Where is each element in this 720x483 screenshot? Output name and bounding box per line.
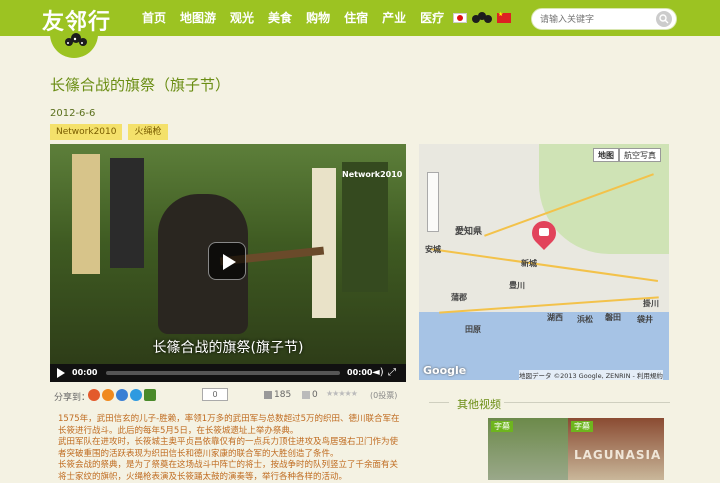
video-frame: Network2010 长篠合战的旗祭(旗子节)	[50, 144, 406, 364]
play-button[interactable]	[208, 242, 246, 280]
search-button[interactable]	[656, 11, 672, 27]
mascot-small-icon	[472, 12, 492, 23]
volume-icon[interactable]: ◄)	[372, 367, 384, 378]
camera-icon	[539, 228, 549, 236]
tag-list: Network2010 火绳枪	[50, 124, 168, 140]
map-label: 新城	[521, 259, 537, 268]
banner-flag	[72, 154, 100, 274]
qzone-icon[interactable]	[102, 389, 114, 401]
play-count: 185	[264, 390, 291, 400]
map-label: 豊川	[509, 281, 525, 290]
search-icon	[659, 14, 669, 24]
comment-count: 0	[302, 390, 318, 400]
map-view-button[interactable]: 地图	[593, 148, 619, 162]
map-label: 袋井	[637, 315, 653, 324]
share-icons	[88, 389, 156, 401]
divider	[429, 402, 449, 403]
language-switcher	[453, 11, 511, 25]
play-count-value: 185	[274, 390, 292, 400]
map-label: 蒲郡	[451, 293, 467, 302]
vote-count: (0投票)	[370, 391, 398, 400]
video-controls: 00:00 00:00 ◄) ⤢	[50, 364, 406, 382]
article-body: 1575年，武田信玄的儿子-胜赖，率领1万多的武田军与总数超过5万的织田、德川联…	[58, 414, 402, 483]
divider	[504, 402, 670, 403]
progress-bar[interactable]	[106, 371, 340, 375]
share-count: 0	[202, 388, 228, 401]
map-label: 安城	[425, 245, 441, 254]
post-date: 2012-6-6	[50, 108, 96, 119]
share-bar: 分享到： 0 185 0 ★★★★★ (0投票)	[50, 388, 406, 404]
nav-medical[interactable]: 医疗	[420, 9, 444, 27]
total-time: 00:00	[347, 368, 373, 377]
nav-shopping[interactable]: 购物	[306, 9, 330, 27]
map-label: 掛川	[643, 299, 659, 308]
mascot-icon	[65, 33, 87, 46]
map-zoom-control[interactable]	[427, 172, 439, 232]
search-box	[531, 8, 677, 30]
satellite-view-button[interactable]: 航空写真	[619, 148, 661, 162]
nav-map-tour[interactable]: 地图游	[180, 9, 216, 27]
subtitle-badge: 字幕	[491, 421, 513, 432]
video-watermark: Network2010	[342, 170, 403, 179]
more-share-icon[interactable]	[144, 389, 156, 401]
subtitle-badge: 字幕	[571, 421, 593, 432]
page-title: 长篠合战的旗祭（旗子节）	[50, 76, 231, 94]
qq-icon[interactable]	[130, 389, 142, 401]
banner-flag	[312, 168, 336, 318]
video-thumbnail[interactable]: 字幕 LAGUNASIA	[568, 418, 664, 480]
tag-network2010[interactable]: Network2010	[50, 124, 123, 140]
banner-flag	[110, 158, 144, 268]
video-player[interactable]: Network2010 长篠合战的旗祭(旗子节) 00:00 00:00 ◄) …	[50, 144, 406, 382]
rating-stars[interactable]: ★★★★★	[326, 389, 358, 398]
nav-industry[interactable]: 产业	[382, 9, 406, 27]
comment-icon	[302, 390, 310, 399]
other-videos-heading: 其他视频	[457, 398, 501, 411]
map-type-toggle: 地图 航空写真	[593, 148, 661, 162]
main-nav: 首页 地图游 观光 美食 购物 住宿 产业 医疗	[142, 9, 458, 27]
fullscreen-icon[interactable]: ⤢	[388, 367, 396, 378]
japan-flag-icon[interactable]	[453, 13, 467, 23]
body-paragraph: 1575年，武田信玄的儿子-胜赖，率领1万多的武田军与总数超过5万的织田、德川联…	[58, 414, 400, 436]
map-label: 湖西	[547, 313, 563, 322]
renren-icon[interactable]	[116, 389, 128, 401]
map-label: 浜松	[577, 315, 593, 324]
map-widget[interactable]: 地图 航空写真 愛知県 新城 豊川 蒲郡 田原 湖西 浜松 掛川 磐田 袋井 安…	[419, 144, 669, 380]
map-label: 愛知県	[455, 227, 483, 237]
map-copyright[interactable]: 地図データ ©2013 Google, ZENRIN - 利用規約	[519, 370, 663, 380]
nav-sightseeing[interactable]: 观光	[230, 9, 254, 27]
current-time: 00:00	[72, 368, 98, 377]
map-label: 田原	[465, 325, 481, 334]
share-label: 分享到：	[54, 393, 91, 403]
search-input[interactable]	[540, 12, 648, 27]
tag-matchlock[interactable]: 火绳枪	[128, 124, 168, 140]
nav-home[interactable]: 首页	[142, 9, 166, 27]
play-icon[interactable]	[57, 368, 65, 378]
map-label: 磐田	[605, 313, 621, 322]
thumbnail-sign-text: LAGUNASIA	[574, 448, 662, 462]
tree	[342, 162, 388, 292]
comment-count-value: 0	[312, 390, 318, 400]
china-flag-icon[interactable]	[497, 11, 511, 23]
body-paragraph: 武田军队在进攻时，长筱城主奥平贞昌依靠仅有的一点兵力顶住进攻及鸟居强右卫门作为使…	[58, 437, 399, 459]
nav-lodging[interactable]: 住宿	[344, 9, 368, 27]
weibo-icon[interactable]	[88, 389, 100, 401]
video-caption: 长篠合战的旗祭(旗子节)	[152, 340, 304, 356]
nav-food[interactable]: 美食	[268, 9, 292, 27]
google-logo: Google	[423, 364, 467, 377]
play-count-icon	[264, 390, 272, 399]
